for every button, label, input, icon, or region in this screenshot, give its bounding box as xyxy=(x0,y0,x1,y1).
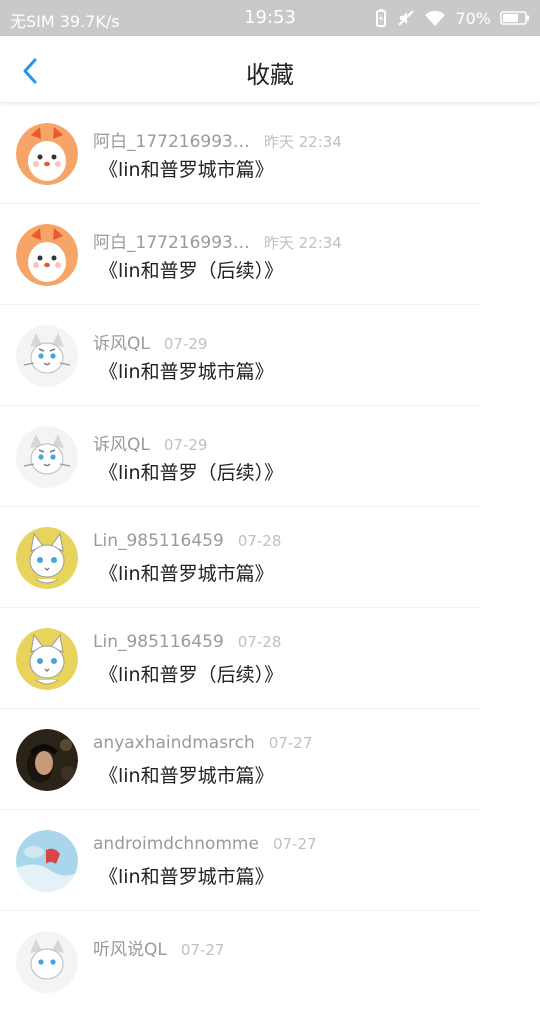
nav-bar: 收藏 xyxy=(0,36,540,103)
timestamp: 昨天 22:34 xyxy=(263,133,342,151)
list-item[interactable]: 听风说QL 07-27 xyxy=(0,911,540,1012)
item-meta: 阿白_177216993… 昨天 22:34 xyxy=(93,228,342,253)
status-bar: 无SIM 39.7K/s 19:53 70% xyxy=(0,0,540,36)
avatar[interactable] xyxy=(16,426,78,488)
item-meta: 听风说QL 07-27 xyxy=(93,935,224,960)
item-title[interactable]: 《lin和普罗（后续）》 xyxy=(99,256,283,283)
battery-saver-icon xyxy=(374,8,388,28)
item-meta: 阿白_177216993… 昨天 22:34 xyxy=(93,127,342,152)
item-meta: Lin_985116459 07-28 xyxy=(93,531,281,551)
username[interactable]: 诉风QL xyxy=(93,329,150,354)
username[interactable]: 听风说QL xyxy=(93,935,167,960)
item-meta: anyaxhaindmasrch 07-27 xyxy=(93,733,312,753)
timestamp: 07-27 xyxy=(180,941,225,959)
username[interactable]: anyaxhaindmasrch xyxy=(93,733,255,753)
item-meta: 诉风QL 07-29 xyxy=(93,430,207,455)
avatar[interactable] xyxy=(16,123,78,185)
item-title[interactable]: 《lin和普罗城市篇》 xyxy=(99,862,274,889)
timestamp: 07-29 xyxy=(163,436,208,454)
favorites-list: 阿白_177216993… 昨天 22:34 《lin和普罗城市篇》 阿白_177… xyxy=(0,103,540,1012)
battery-icon xyxy=(500,11,530,25)
page-title: 收藏 xyxy=(246,61,294,89)
item-meta: 诉风QL 07-29 xyxy=(93,329,207,354)
timestamp: 07-27 xyxy=(268,734,313,752)
avatar[interactable] xyxy=(16,830,78,892)
item-title[interactable]: 《lin和普罗城市篇》 xyxy=(99,155,274,182)
item-title[interactable]: 《lin和普罗城市篇》 xyxy=(99,357,274,384)
avatar[interactable] xyxy=(16,527,78,589)
timestamp: 07-27 xyxy=(272,835,317,853)
avatar[interactable] xyxy=(16,325,78,387)
timestamp: 07-28 xyxy=(237,633,282,651)
item-title[interactable]: 《lin和普罗城市篇》 xyxy=(99,761,274,788)
avatar[interactable] xyxy=(16,628,78,690)
battery-percent: 70% xyxy=(455,8,491,28)
avatar[interactable] xyxy=(16,931,78,993)
list-item[interactable]: 阿白_177216993… 昨天 22:34 《lin和普罗（后续）》 xyxy=(0,204,540,305)
list-item[interactable]: anyaxhaindmasrch 07-27 《lin和普罗城市篇》 xyxy=(0,709,540,810)
list-item[interactable]: 诉风QL 07-29 《lin和普罗（后续）》 xyxy=(0,406,540,507)
timestamp: 07-28 xyxy=(237,532,282,550)
list-item[interactable]: Lin_985116459 07-28 《lin和普罗（后续）》 xyxy=(0,608,540,709)
avatar[interactable] xyxy=(16,729,78,791)
mute-icon xyxy=(397,9,415,27)
timestamp: 昨天 22:34 xyxy=(263,234,342,252)
list-item[interactable]: 诉风QL 07-29 《lin和普罗城市篇》 xyxy=(0,305,540,406)
username[interactable]: androimdchnomme xyxy=(93,834,259,854)
list-item[interactable]: 阿白_177216993… 昨天 22:34 《lin和普罗城市篇》 xyxy=(0,103,540,204)
username[interactable]: 阿白_177216993… xyxy=(93,127,250,152)
item-meta: Lin_985116459 07-28 xyxy=(93,632,281,652)
username[interactable]: 阿白_177216993… xyxy=(93,228,250,253)
item-title[interactable]: 《lin和普罗城市篇》 xyxy=(99,559,274,586)
item-meta: androimdchnomme 07-27 xyxy=(93,834,317,854)
timestamp: 07-29 xyxy=(163,335,208,353)
status-right: 70% xyxy=(374,8,530,28)
item-title[interactable]: 《lin和普罗（后续）》 xyxy=(99,458,283,485)
list-item[interactable]: Lin_985116459 07-28 《lin和普罗城市篇》 xyxy=(0,507,540,608)
username[interactable]: 诉风QL xyxy=(93,430,150,455)
item-title[interactable]: 《lin和普罗（后续）》 xyxy=(99,660,283,687)
avatar[interactable] xyxy=(16,224,78,286)
username[interactable]: Lin_985116459 xyxy=(93,531,224,551)
list-item[interactable]: androimdchnomme 07-27 《lin和普罗城市篇》 xyxy=(0,810,540,911)
username[interactable]: Lin_985116459 xyxy=(93,632,224,652)
wifi-icon xyxy=(424,10,446,27)
